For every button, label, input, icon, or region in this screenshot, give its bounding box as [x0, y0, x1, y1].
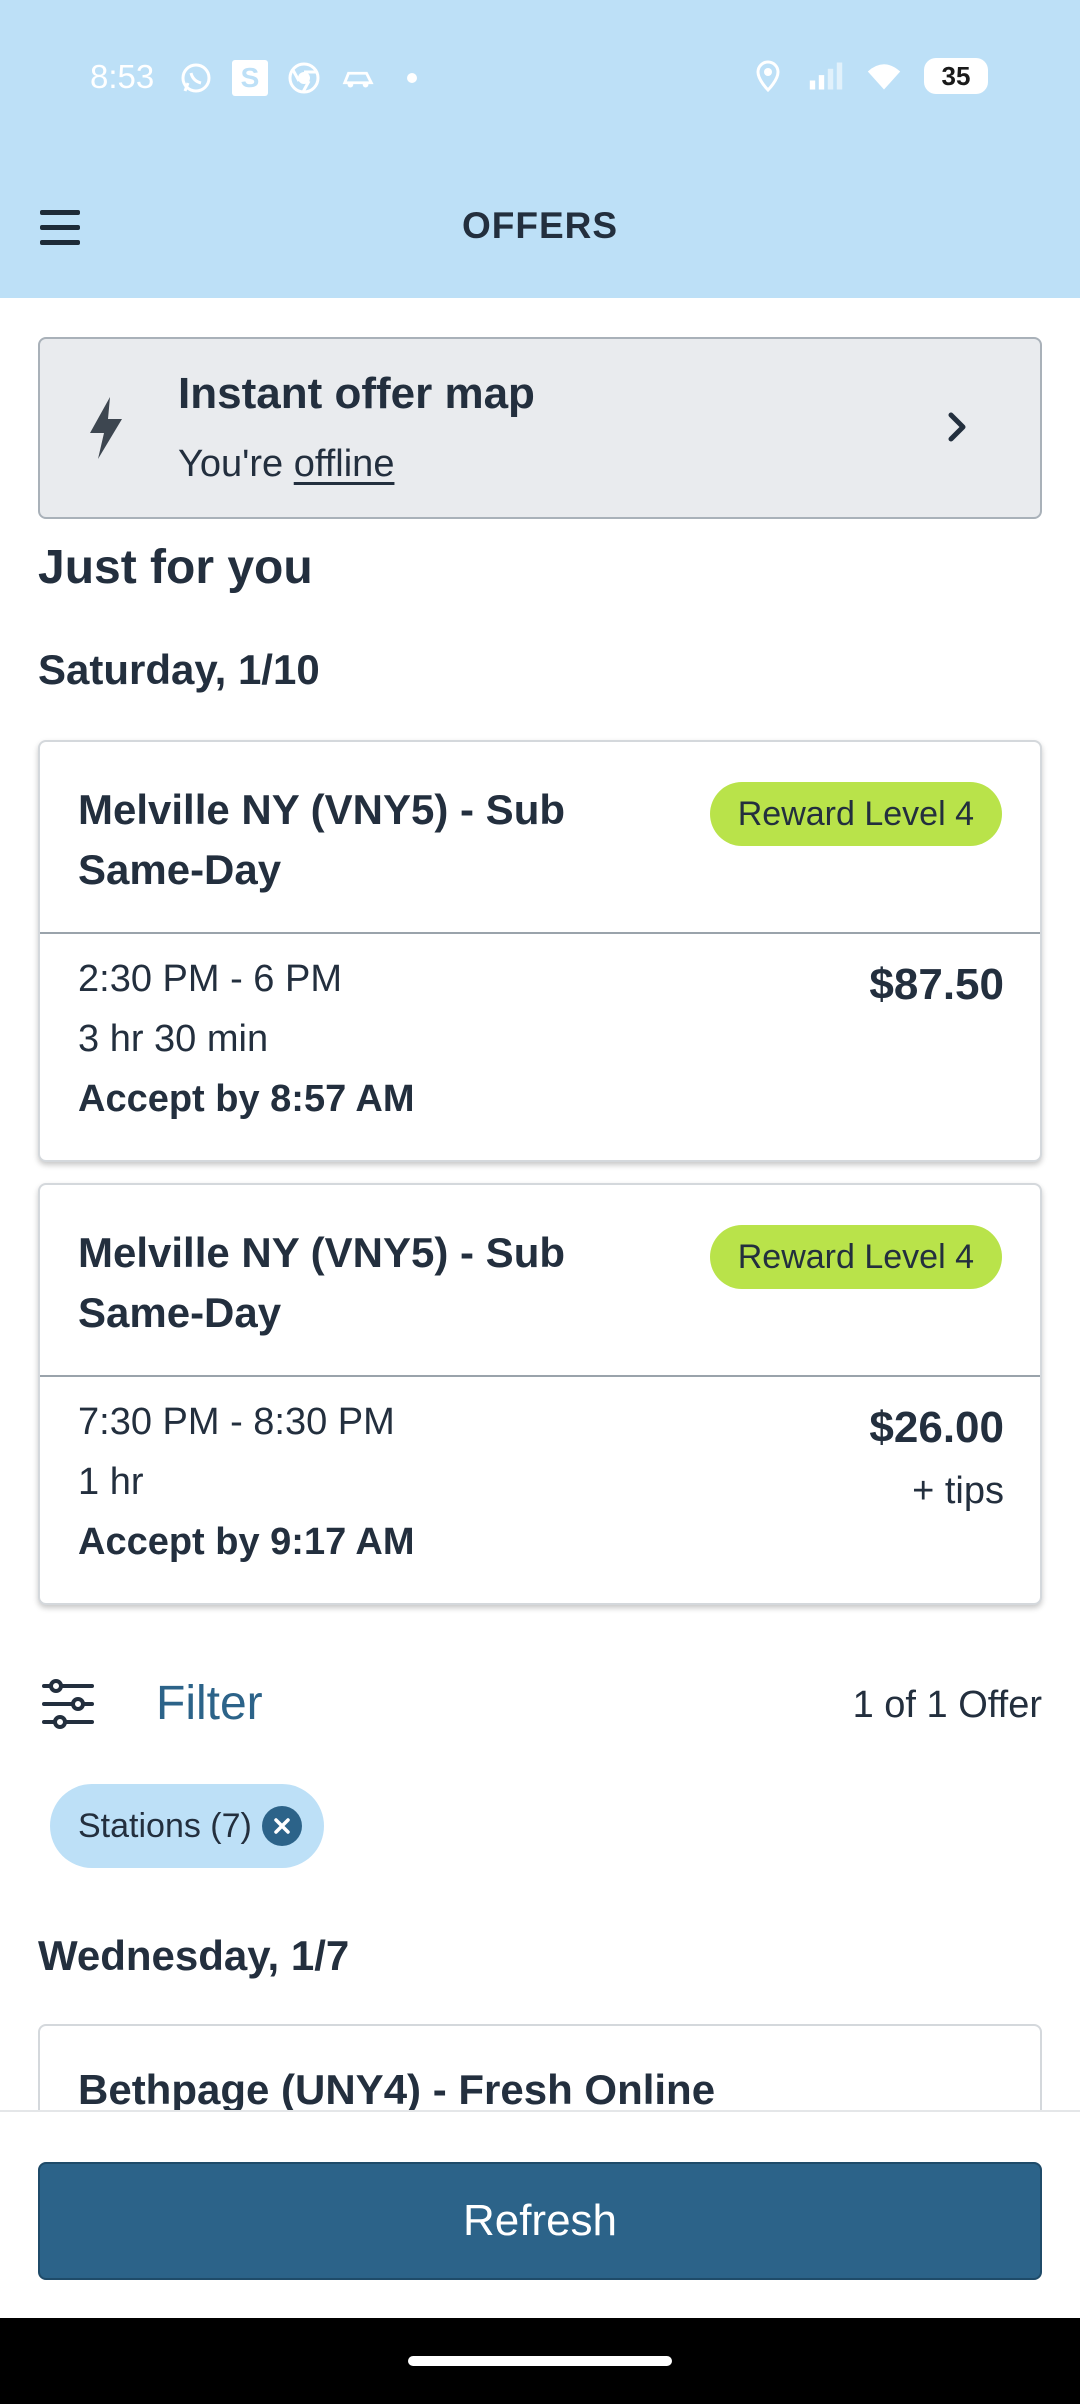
bottom-action-bar: Refresh	[0, 2110, 1080, 2318]
wifi-icon	[866, 58, 902, 94]
offer-price: $87.50	[869, 960, 1004, 1009]
chevron-right-icon	[946, 407, 970, 452]
s-app-icon: S	[232, 60, 268, 96]
offer-price: $26.00	[869, 1403, 1004, 1452]
offer-duration: 1 hr	[78, 1461, 144, 1503]
instant-offer-status: You're offline	[178, 443, 394, 486]
offline-link[interactable]: offline	[294, 443, 395, 485]
location-icon	[750, 58, 786, 94]
status-notification-icons: S	[178, 60, 430, 96]
card-divider	[40, 1375, 1040, 1377]
stations-filter-chip[interactable]: Stations (7)	[50, 1784, 324, 1868]
offer-accept-by: Accept by 8:57 AM	[78, 1078, 415, 1120]
instant-offer-title: Instant offer map	[178, 369, 535, 418]
instant-offer-map-card[interactable]: Instant offer map You're offline	[38, 337, 1042, 519]
offer-time-range: 7:30 PM - 8:30 PM	[78, 1401, 395, 1443]
home-gesture-handle[interactable]	[408, 2356, 672, 2366]
app-top-bar: 8:53 S 35 OFFERS	[0, 0, 1080, 298]
offer-duration: 3 hr 30 min	[78, 1018, 269, 1060]
page-title: OFFERS	[461, 205, 619, 246]
refresh-button[interactable]: Refresh	[38, 2162, 1042, 2280]
chip-label: Stations (7)	[78, 1806, 252, 1845]
offer-card[interactable]: Melville NY (VNY5) - Sub Same-Day Reward…	[38, 1183, 1042, 1605]
reward-badge: Reward Level 4	[709, 782, 1002, 846]
status-bar: 8:53 S 35	[0, 0, 1080, 162]
offer-location: Melville NY (VNY5) - Sub Same-Day	[78, 1229, 565, 1336]
offer-tips: + tips	[912, 1470, 1004, 1512]
reward-badge: Reward Level 4	[709, 1225, 1002, 1289]
date-heading: Saturday, 1/10	[38, 646, 320, 693]
lightning-bolt-icon	[84, 395, 128, 466]
system-nav-bar	[0, 2318, 1080, 2404]
section-title: Just for you	[38, 541, 313, 594]
offer-location: Melville NY (VNY5) - Sub Same-Day	[78, 786, 565, 893]
date-heading: Wednesday, 1/7	[38, 1932, 350, 1979]
chrome-icon	[286, 60, 322, 96]
offer-time-range: 2:30 PM - 6 PM	[78, 958, 342, 1000]
status-prefix: You're	[178, 443, 294, 485]
whatsapp-icon	[178, 60, 214, 96]
card-divider	[40, 932, 1040, 934]
offer-accept-by: Accept by 9:17 AM	[78, 1521, 415, 1563]
page-header: OFFERS	[0, 175, 1080, 285]
car-app-icon	[340, 60, 376, 96]
filter-button[interactable]: Filter	[156, 1676, 263, 1731]
offer-card[interactable]: Melville NY (VNY5) - Sub Same-Day Reward…	[38, 740, 1042, 1162]
offer-count: 1 of 1 Offer	[852, 1684, 1042, 1726]
dot-icon	[394, 60, 430, 96]
offer-location: Bethpage (UNY4) - Fresh Online	[78, 2066, 716, 2113]
battery-indicator: 35	[924, 58, 988, 94]
remove-icon[interactable]	[261, 1806, 302, 1846]
status-time: 8:53	[90, 58, 155, 95]
sliders-icon[interactable]	[40, 1676, 96, 1737]
signal-icon	[808, 58, 844, 94]
status-system-icons: 35	[750, 58, 988, 94]
